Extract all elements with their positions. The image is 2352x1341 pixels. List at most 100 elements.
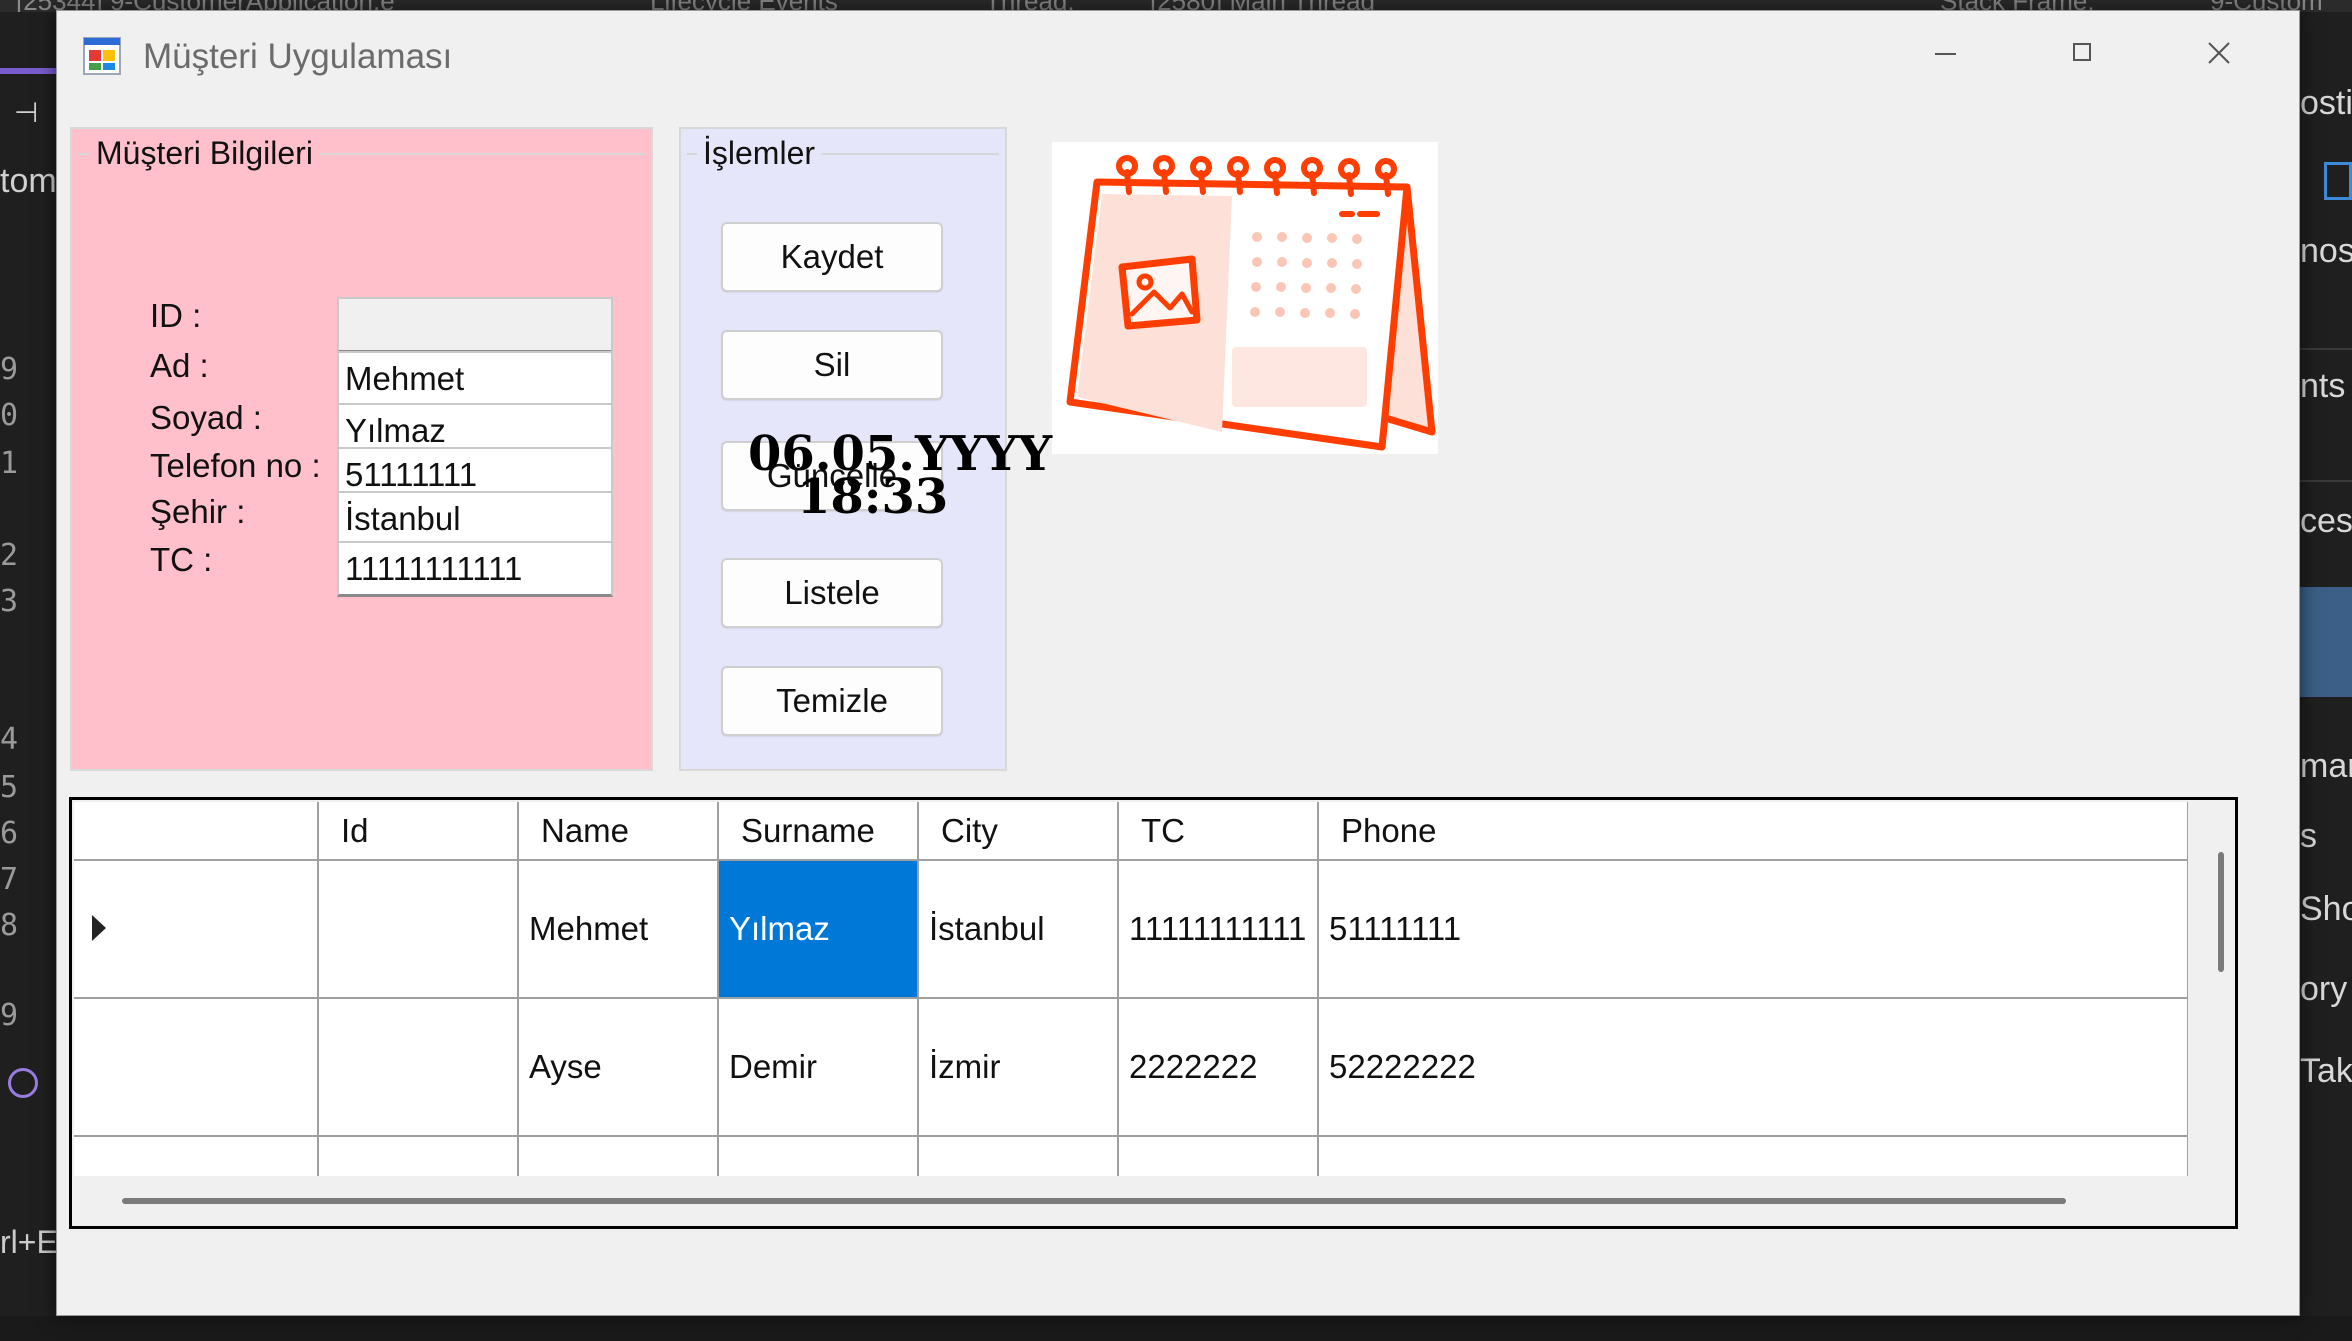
line-number: 9 xyxy=(0,998,19,1033)
calendar-picture xyxy=(1052,142,1438,454)
window-title: Müşteri Uygulaması xyxy=(143,37,453,76)
close-icon xyxy=(2208,42,2230,64)
row-header-corner[interactable] xyxy=(74,802,319,861)
table-cell[interactable] xyxy=(318,998,519,1137)
column-header-city[interactable]: City xyxy=(918,802,1119,861)
collapse-icon[interactable] xyxy=(2324,162,2352,200)
save-button[interactable]: Kaydet xyxy=(721,222,943,292)
table-cell[interactable] xyxy=(1318,1136,2188,1176)
name-field[interactable] xyxy=(337,351,613,407)
line-number: 8 xyxy=(0,908,19,943)
app-icon xyxy=(83,37,121,75)
table-cell[interactable] xyxy=(718,1136,919,1176)
row-header[interactable] xyxy=(74,1136,319,1176)
ide-right-panel: ostic nost nts cess mary s Sho ory Take xyxy=(2300,12,2352,1341)
ide-right-fragment: nts xyxy=(2300,367,2346,405)
column-header-name[interactable]: Name xyxy=(518,802,719,861)
divider xyxy=(2300,480,2352,482)
soyad-label: Soyad : xyxy=(150,399,262,436)
table-cell[interactable]: İstanbul xyxy=(918,860,1119,999)
customer-grid[interactable]: Id Name Surname City TC Phone Mehmet Yıl… xyxy=(69,797,2238,1229)
maximize-icon xyxy=(2073,43,2091,61)
table-cell[interactable] xyxy=(918,1136,1119,1176)
column-header-tc[interactable]: TC xyxy=(1118,802,1319,861)
ide-right-fragment: ostic xyxy=(2300,84,2352,122)
copilot-icon[interactable] xyxy=(8,1068,38,1098)
customer-table: Id Name Surname City TC Phone Mehmet Yıl… xyxy=(74,802,2188,1176)
close-button[interactable] xyxy=(2151,11,2287,103)
city-field[interactable] xyxy=(337,491,613,547)
table-cell[interactable] xyxy=(518,1136,719,1176)
ide-left-editor: ⊣ tom 9 0 1 2 3 4 5 6 7 8 9 rl+E xyxy=(0,12,58,1341)
ide-right-fragment: ory xyxy=(2300,970,2348,1008)
ide-status-bar xyxy=(0,1316,2352,1341)
table-cell[interactable]: Mehmet xyxy=(518,860,719,999)
ide-right-fragment: s xyxy=(2300,817,2317,855)
table-cell[interactable]: 52222222 xyxy=(1318,998,2188,1137)
ide-left-fragment: tom xyxy=(0,162,57,200)
table-row[interactable]: Ayse Demir İzmir 2222222 52222222 xyxy=(74,998,2188,1137)
city-label: Şehir : xyxy=(150,493,246,530)
title-bar[interactable]: Müşteri Uygulaması xyxy=(57,11,2299,103)
pin-icon[interactable]: ⊣ xyxy=(14,96,38,129)
app-window: Müşteri Uygulaması Müşteri Bilgileri ID … xyxy=(56,10,2300,1316)
ide-right-fragment: nost xyxy=(2300,232,2352,270)
ide-right-fragment: Take xyxy=(2300,1052,2352,1090)
table-header-row: Id Name Surname City TC Phone xyxy=(74,802,2188,861)
table-cell-selected[interactable]: Yılmaz xyxy=(718,860,919,999)
horizontal-scrollbar[interactable] xyxy=(122,1198,2066,1204)
minimize-icon xyxy=(1935,53,1956,55)
grid-viewport: Id Name Surname City TC Phone Mehmet Yıl… xyxy=(74,802,2188,1176)
divider xyxy=(2300,348,2352,350)
tc-field[interactable] xyxy=(337,541,613,597)
id-field[interactable] xyxy=(337,297,613,353)
line-number: 5 xyxy=(0,770,19,805)
ad-label: Ad : xyxy=(150,347,209,384)
line-number: 2 xyxy=(0,538,19,573)
line-number: 0 xyxy=(0,398,19,433)
table-cell[interactable]: Demir xyxy=(718,998,919,1137)
row-header[interactable] xyxy=(74,998,319,1137)
table-cell[interactable]: İzmir xyxy=(918,998,1119,1137)
operations-legend: İşlemler xyxy=(697,135,822,172)
list-button[interactable]: Listele xyxy=(721,558,943,628)
customer-info-group: Müşteri Bilgileri ID : Ad : Soyad : Tele… xyxy=(70,127,653,771)
column-header-surname[interactable]: Surname xyxy=(718,802,919,861)
memory-graph xyxy=(2300,587,2352,697)
ide-left-fragment: rl+E xyxy=(0,1224,58,1260)
table-row-new[interactable] xyxy=(74,1136,2188,1176)
line-number: 1 xyxy=(0,446,19,481)
phone-label: Telefon no : xyxy=(150,447,321,484)
ide-accent-strip xyxy=(0,68,57,74)
column-header-phone[interactable]: Phone xyxy=(1318,802,2188,861)
line-number: 7 xyxy=(0,862,19,897)
table-cell[interactable]: 51111111 xyxy=(1318,860,2188,999)
tc-label: TC : xyxy=(150,541,213,578)
line-number: 3 xyxy=(0,584,19,619)
maximize-button[interactable] xyxy=(2014,11,2150,103)
calendar-icon xyxy=(1066,155,1436,451)
ide-right-fragment: mary xyxy=(2300,747,2352,785)
table-cell[interactable]: Ayse xyxy=(518,998,719,1137)
table-cell[interactable] xyxy=(1118,1136,1319,1176)
table-cell[interactable] xyxy=(318,860,519,999)
line-number: 9 xyxy=(0,352,19,387)
vertical-scrollbar[interactable] xyxy=(2218,852,2224,972)
row-header[interactable] xyxy=(74,860,319,999)
time-label: 18:33 xyxy=(797,469,949,525)
current-row-icon xyxy=(92,915,106,941)
ide-right-fragment: Sho xyxy=(2300,890,2352,928)
ide-right-fragment: cess xyxy=(2300,502,2352,540)
table-cell[interactable] xyxy=(318,1136,519,1176)
table-cell[interactable]: 11111111111 xyxy=(1118,860,1319,999)
line-number: 6 xyxy=(0,816,19,851)
column-header-id[interactable]: Id xyxy=(318,802,519,861)
table-row[interactable]: Mehmet Yılmaz İstanbul 11111111111 51111… xyxy=(74,860,2188,999)
customer-info-legend: Müşteri Bilgileri xyxy=(90,135,319,172)
delete-button[interactable]: Sil xyxy=(721,330,943,400)
table-cell[interactable]: 2222222 xyxy=(1118,998,1319,1137)
id-label: ID : xyxy=(150,297,202,334)
minimize-button[interactable] xyxy=(1877,11,2013,103)
clear-button[interactable]: Temizle xyxy=(721,666,943,736)
line-number: 4 xyxy=(0,722,19,757)
